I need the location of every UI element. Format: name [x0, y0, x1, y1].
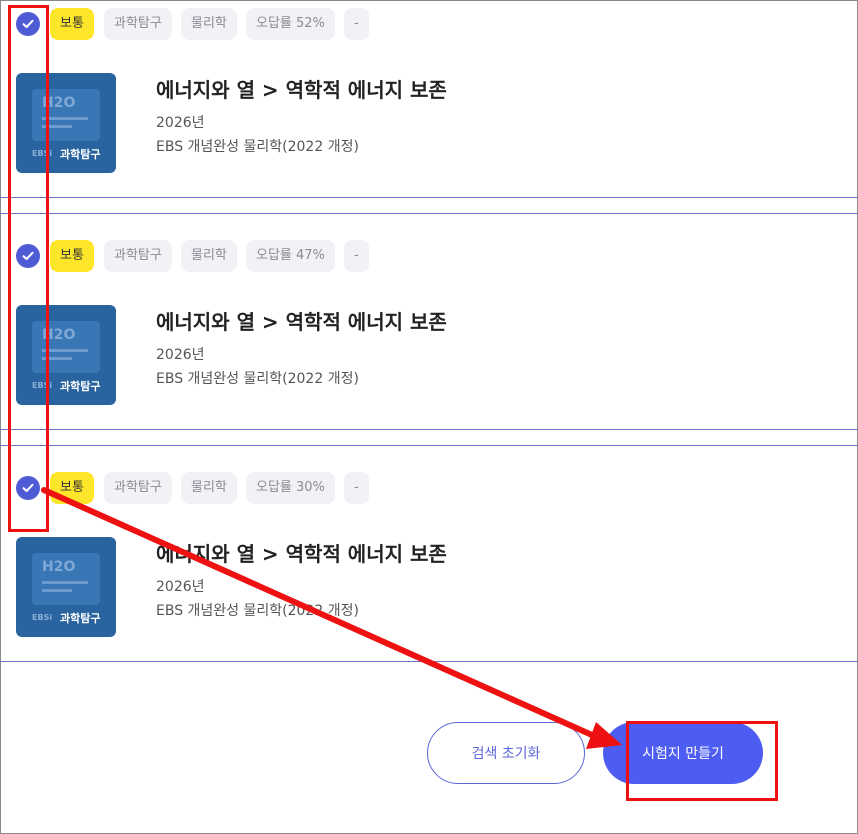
- error-rate-tag: 오답률 52%: [246, 8, 335, 40]
- difficulty-tag: 보통: [50, 472, 94, 504]
- extra-tag: -: [344, 8, 369, 40]
- thumbnail-category: 과학탐구: [60, 612, 101, 625]
- subject-tag: 과학탐구: [104, 472, 172, 504]
- question-source: EBS 개념완성 물리학(2022 개정): [156, 139, 359, 155]
- extra-tag: -: [344, 240, 369, 272]
- difficulty-tag: 보통: [50, 8, 94, 40]
- annotation-box-checkboxes: [8, 5, 49, 532]
- annotation-box-make-button: [626, 721, 778, 801]
- course-tag: 물리학: [181, 472, 237, 504]
- question-year: 2026년: [156, 579, 205, 595]
- page-frame: [0, 0, 858, 834]
- difficulty-tag: 보통: [50, 240, 94, 272]
- divider: [0, 197, 858, 198]
- ebs-logo: EBSi: [32, 613, 53, 622]
- thumbnail-category: 과학탐구: [60, 380, 101, 393]
- question-source: EBS 개념완성 물리학(2022 개정): [156, 371, 359, 387]
- question-year: 2026년: [156, 347, 205, 363]
- question-title: 에너지와 열 > 역학적 에너지 보존: [156, 78, 447, 102]
- subject-tag: 과학탐구: [104, 240, 172, 272]
- error-rate-tag: 오답률 30%: [246, 472, 335, 504]
- thumbnail-category: 과학탐구: [60, 148, 101, 161]
- book-thumbnail: H2O EBSi 과학탐구: [16, 537, 116, 637]
- h2o-label: H2O: [42, 559, 76, 575]
- divider: [0, 661, 858, 662]
- error-rate-tag: 오답률 47%: [246, 240, 335, 272]
- question-year: 2026년: [156, 115, 205, 131]
- course-tag: 물리학: [181, 240, 237, 272]
- reset-search-button[interactable]: 검색 초기화: [427, 722, 585, 784]
- divider: [0, 429, 858, 430]
- question-title: 에너지와 열 > 역학적 에너지 보존: [156, 542, 447, 566]
- extra-tag: -: [344, 472, 369, 504]
- course-tag: 물리학: [181, 8, 237, 40]
- divider: [0, 445, 858, 446]
- subject-tag: 과학탐구: [104, 8, 172, 40]
- question-source: EBS 개념완성 물리학(2022 개정): [156, 603, 359, 619]
- question-title: 에너지와 열 > 역학적 에너지 보존: [156, 310, 447, 334]
- divider: [0, 213, 858, 214]
